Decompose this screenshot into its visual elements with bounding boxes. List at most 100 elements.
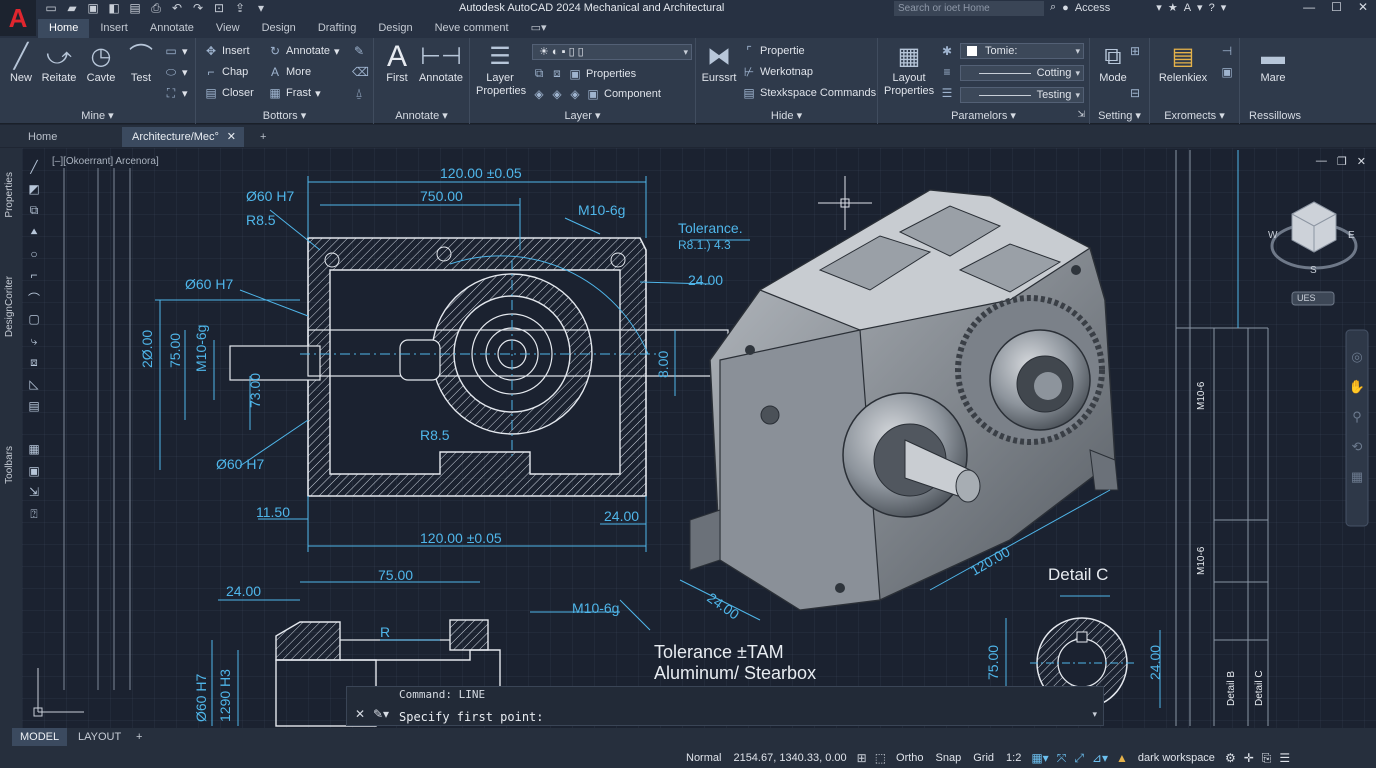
material-note: Aluminum/ Stearbox xyxy=(654,663,816,683)
dim-detail-24: 24.00 xyxy=(1147,645,1163,680)
snap-toggle[interactable]: Snap xyxy=(934,752,964,764)
status-coordinates: 2154.67, 1340.33, 0.00 xyxy=(733,752,847,764)
viewcube-west[interactable]: W xyxy=(1268,230,1277,241)
model-tab[interactable]: MODEL xyxy=(12,728,68,746)
dim-bore-top: Ø60 H7 xyxy=(246,188,294,204)
steering-wheel-icon[interactable]: ◎ xyxy=(1346,342,1368,372)
left-palette-bar xyxy=(0,148,22,728)
dim-overall-bottom: 120.00 ±0.05 xyxy=(420,530,502,546)
viewport-restore-icon[interactable]: ❐ xyxy=(1337,155,1347,168)
snap-tracking-icon[interactable]: ⤢ xyxy=(1074,751,1084,766)
ortho-toggle[interactable]: Ortho xyxy=(894,752,926,764)
dim-lower-bore: Ø60 H7 xyxy=(193,674,209,722)
isodraft-icon[interactable]: ▦▾ xyxy=(1031,751,1048,765)
rect-tool-icon[interactable]: ⌐ xyxy=(24,268,44,290)
dim-detail-75: 75.00 xyxy=(985,645,1001,680)
annotation-scale[interactable]: 1:2 xyxy=(1004,752,1023,764)
viewcube[interactable] xyxy=(1270,201,1358,306)
dim-bore-left: Ø60 H7 xyxy=(185,276,233,292)
square-tool-icon[interactable]: ▢ xyxy=(24,312,44,334)
construction-line-icon[interactable]: ◩ xyxy=(24,182,44,204)
dim-lower-1290: 1290 H3 xyxy=(217,669,233,722)
polygon-tool-icon[interactable]: ⯅ xyxy=(24,225,44,247)
hatch-tool-icon[interactable]: ▤ xyxy=(24,399,44,421)
dim-radius-top: R8.5 xyxy=(246,212,276,228)
pan-icon[interactable]: ✋ xyxy=(1346,372,1368,402)
dim-8-right: 8.00 xyxy=(655,351,671,378)
annotation-monitor-icon[interactable]: ✛ xyxy=(1244,751,1254,765)
frame-label-2: M10-6 xyxy=(1196,546,1207,575)
dim-bore-lower: Ø60 H7 xyxy=(216,456,264,472)
detail-c-label: Detail C xyxy=(1048,565,1108,584)
table-tool-icon[interactable]: ▦ xyxy=(24,442,44,464)
frame-label-detail-c: Detail C xyxy=(1254,670,1265,706)
mtext-tool-icon[interactable]: ▣ xyxy=(24,464,44,486)
viewcube-east[interactable]: E xyxy=(1348,230,1355,241)
command-history-dropdown-icon[interactable]: ▾ xyxy=(1092,709,1097,720)
status-bar: Normal 2154.67, 1340.33, 0.00 ⊞ ⬚ Ortho … xyxy=(684,748,1290,768)
dim-24-top: 24.00 xyxy=(688,272,723,288)
toolbars-palette-tab[interactable]: Toolbars xyxy=(4,446,15,484)
block-tool-icon[interactable]: ⧈ xyxy=(24,355,44,377)
object-snap-icon[interactable]: ⤧ xyxy=(1057,751,1067,766)
viewport-controls-label[interactable]: [–][Okoerrant] Arcenora] xyxy=(52,156,159,167)
command-input[interactable]: Specify first point: xyxy=(399,710,544,724)
grid-toggle[interactable]: Grid xyxy=(971,752,996,764)
arc-tool-icon[interactable]: ⌒ xyxy=(24,290,44,312)
command-customize-icon[interactable]: ✎▾ xyxy=(373,707,389,721)
autocad-window: A ▭ ▰ ▣ ◧ ▤ ⎙ ↶ ↷ ⊡ ⇪ ▾ Autodesk AutoCAD… xyxy=(0,0,1376,768)
drawing-svg: 120.00 ±0.05 750.00 M10-6g Ø60 H7 R8.5 Ø60 H7… xyxy=(33,150,1369,727)
section-view xyxy=(229,237,729,497)
customize-statusbar-icon[interactable]: ☰ xyxy=(1279,751,1290,765)
frame-label-detail-b: Detail B xyxy=(1226,671,1237,706)
viewcube-south[interactable]: S xyxy=(1310,265,1317,276)
showmotion-icon[interactable]: ▦ xyxy=(1346,462,1368,492)
dim-lower-thread: M10-6g xyxy=(572,600,619,616)
zoom-icon[interactable]: ⚲ xyxy=(1346,402,1368,432)
command-line: Command: LINE ✕ ✎▾ Specify first point: … xyxy=(346,686,1104,726)
dim-height-left: 2Ø.00 xyxy=(139,330,155,368)
viewport-window-controls: — ❐ ✕ xyxy=(1316,155,1366,168)
nav-bar-icons: ◎ ✋ ⚲ ⟲ ▦ xyxy=(1346,342,1368,492)
title-block-frame xyxy=(1175,150,1269,726)
dim-lower-75: 75.00 xyxy=(378,567,413,583)
layout-tab[interactable]: LAYOUT xyxy=(70,728,129,746)
insert-tool-icon[interactable]: ⇲ xyxy=(24,485,44,507)
dim-24-bottom: 24.00 xyxy=(604,508,639,524)
viewport-minimize-icon[interactable]: — xyxy=(1316,155,1327,168)
designcenter-palette-tab[interactable]: DesignCoriter xyxy=(4,276,15,337)
cursor-crosshair xyxy=(818,176,872,230)
dim-73-left: 73.00 xyxy=(247,373,263,408)
polyline-tool-icon[interactable]: ⧉ xyxy=(24,203,44,225)
line-tool-icon[interactable]: ╱ xyxy=(24,160,44,182)
status-mode[interactable]: Normal xyxy=(684,752,723,764)
units-icon[interactable]: ⎘ xyxy=(1262,751,1272,766)
region-tool-icon[interactable] xyxy=(24,420,44,442)
dim-lower-24: 24.00 xyxy=(226,583,261,599)
tolerance-note: Tolerance ±TAM xyxy=(654,642,784,662)
circle-tool-icon[interactable]: ○ xyxy=(24,247,44,269)
properties-palette-tab[interactable]: Properties xyxy=(4,172,15,218)
isometric-gearbox xyxy=(679,189,1119,621)
point-tool-icon[interactable]: ◺ xyxy=(24,377,44,399)
grid-display-icon[interactable]: ⬚ xyxy=(875,751,886,765)
app-menu-button[interactable]: A xyxy=(0,0,36,36)
ucs-icon xyxy=(33,668,84,717)
workspace-switch[interactable]: dark workspace xyxy=(1136,752,1217,764)
left-border-lines xyxy=(63,168,131,690)
settings-gear-icon[interactable]: ⚙ xyxy=(1225,751,1236,765)
viewport-close-icon[interactable]: ✕ xyxy=(1357,155,1366,168)
lineweight-toggle-icon[interactable]: ⊿▾ xyxy=(1092,751,1108,765)
dim-75-left: 75.00 xyxy=(167,333,183,368)
dim-11-50: 11.50 xyxy=(256,504,290,520)
add-layout-button[interactable]: + xyxy=(128,728,150,746)
orbit-icon[interactable]: ⟲ xyxy=(1346,432,1368,462)
draw-toolbar: ╱ ◩ ⧉ ⯅ ○ ⌐ ⌒ ▢ ⤷ ⧈ ◺ ▤ ▦ ▣ ⇲ ⍰ xyxy=(24,160,44,529)
attach-tool-icon[interactable]: ⍰ xyxy=(24,507,44,529)
spline-tool-icon[interactable]: ⤷ xyxy=(24,334,44,356)
dim-750: 750.00 xyxy=(420,188,463,204)
command-close-icon[interactable]: ✕ xyxy=(355,707,365,721)
ucs-menu[interactable]: UES xyxy=(1297,293,1316,303)
dim-radius-mid: R8.5 xyxy=(420,427,450,443)
model-space-icon[interactable]: ⊞ xyxy=(857,751,867,765)
